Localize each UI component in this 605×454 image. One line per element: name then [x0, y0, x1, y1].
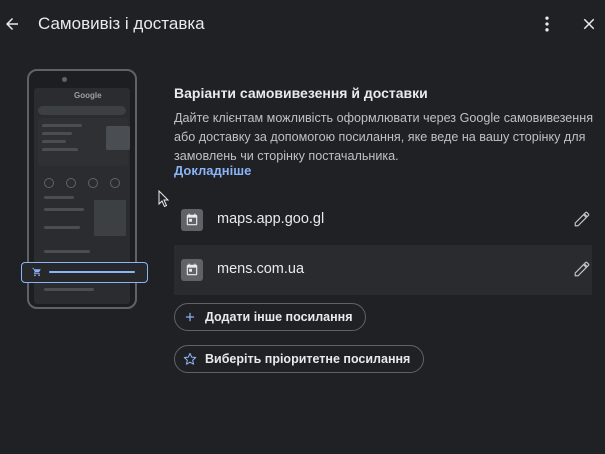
- illustration-logo: Google: [74, 91, 102, 100]
- illustration-action-circle: [66, 178, 76, 188]
- illustration-card: [38, 118, 130, 166]
- calendar-icon: [181, 259, 203, 281]
- arrow-left-icon: [6, 18, 18, 30]
- illustration-search-bar: [38, 106, 126, 115]
- choose-priority-link-button[interactable]: Виберіть пріоритетне посилання: [174, 345, 424, 373]
- pencil-icon: [574, 261, 590, 277]
- header-bar: Самовивіз і доставка: [0, 0, 605, 48]
- illustration-line: [44, 226, 80, 229]
- section-description: Дайте клієнтам можливість оформлювати че…: [174, 111, 594, 163]
- illustration-map: [94, 200, 126, 236]
- illustration-action-circle: [110, 178, 120, 188]
- star-icon: [183, 352, 197, 366]
- illustration-action-circle: [88, 178, 98, 188]
- section-title: Варіанти самовивезення й доставки: [174, 85, 428, 101]
- illustration-line: [44, 208, 84, 211]
- close-button[interactable]: [577, 12, 601, 36]
- link-url: maps.app.goo.gl: [217, 211, 325, 227]
- page-title: Самовивіз і доставка: [38, 14, 205, 33]
- add-link-button[interactable]: Додати інше посилання: [174, 303, 366, 331]
- cart-icon: [32, 267, 41, 277]
- link-url: mens.com.ua: [217, 261, 305, 277]
- illustration-store-thumbnail: [106, 126, 130, 150]
- link-row[interactable]: maps.app.goo.gl: [174, 195, 592, 245]
- close-icon: [583, 18, 595, 30]
- link-row[interactable]: mens.com.ua: [174, 245, 592, 295]
- illustration-line: [42, 124, 82, 127]
- plus-icon: [183, 310, 197, 324]
- illustration-line: [42, 140, 66, 143]
- edit-link-button[interactable]: [572, 259, 592, 279]
- phone-camera: [62, 77, 67, 82]
- illustration-line: [42, 132, 72, 135]
- learn-more-link[interactable]: Докладніше: [174, 163, 251, 178]
- more-options-button[interactable]: [535, 12, 559, 36]
- illustration-line: [44, 250, 90, 253]
- illustration-action-circle: [44, 178, 54, 188]
- pencil-icon: [574, 211, 590, 227]
- mouse-cursor-icon: [158, 190, 170, 208]
- choose-priority-label: Виберіть пріоритетне посилання: [205, 352, 411, 366]
- edit-link-button[interactable]: [572, 209, 592, 229]
- more-vert-icon: [545, 16, 549, 32]
- illustration-line: [44, 196, 74, 199]
- add-link-label: Додати інше посилання: [205, 310, 353, 324]
- illustration-highlight-line: [49, 271, 135, 273]
- back-button[interactable]: [0, 8, 24, 40]
- illustration-line: [44, 288, 94, 291]
- calendar-icon: [181, 209, 203, 231]
- illustration-line: [42, 148, 78, 151]
- illustration-highlighted-order-bar: [21, 262, 148, 283]
